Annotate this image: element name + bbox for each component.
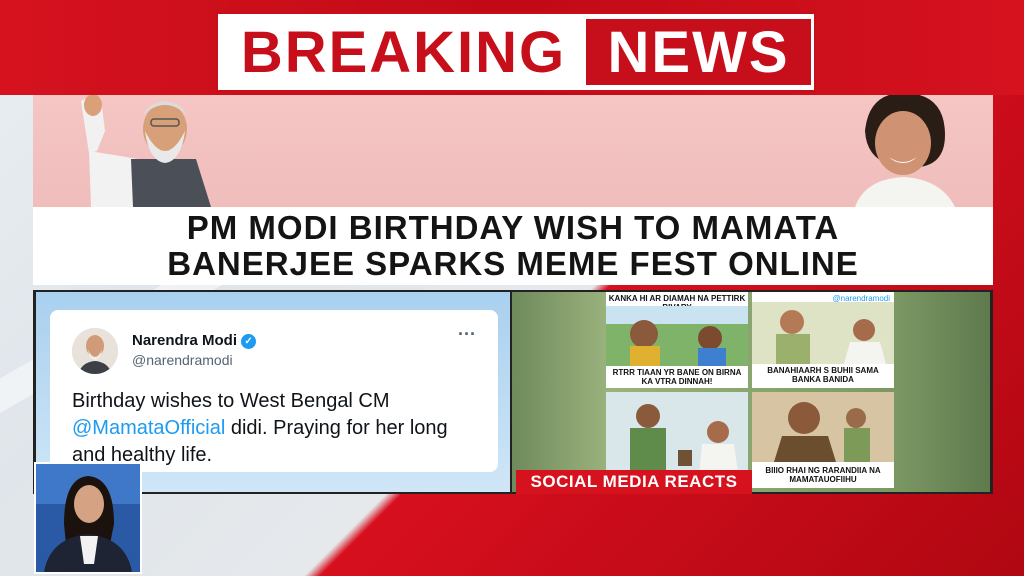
meme-4-image <box>752 392 894 462</box>
meme-4-caption-bottom: BIIIO RHAI NG RARANDIIA NA MAMATAUOFIIHU <box>765 466 881 484</box>
meme-2: @narendramodi BANAHIAARH S BUHII SAMA BA… <box>752 292 894 388</box>
modi-photo <box>81 95 211 207</box>
headline-line-1: PM MODI BIRTHDAY WISH TO MAMATA <box>186 209 840 246</box>
meme-1-caption-bottom: RTRR TIAAN YR BANE ON BIRNA KA VTRA DINN… <box>612 368 742 386</box>
news-anchor-inset <box>34 462 142 574</box>
verified-badge-icon: ✓ <box>241 333 257 349</box>
tweet-text-part-1: Birthday wishes to West Bengal CM <box>72 390 390 412</box>
avatar-image <box>72 328 118 374</box>
memes-panel: KANKA HI AR DIAMAH NA PETTIRK BIVARY RTR… <box>512 292 990 492</box>
meme-1: KANKA HI AR DIAMAH NA PETTIRK BIVARY RTR… <box>606 292 748 388</box>
headline-box: PM MODI BIRTHDAY WISH TO MAMATA BANERJEE… <box>33 207 993 285</box>
news-anchor-image <box>36 464 140 572</box>
tweet-author-name: Narendra Modi ✓ <box>132 332 257 349</box>
social-media-reacts-label: SOCIAL MEDIA REACTS <box>516 470 752 494</box>
tweet-mention[interactable]: @MamataOfficial <box>72 417 225 439</box>
breaking-news-banner: BREAKING NEWS <box>218 14 814 90</box>
meme-1-image <box>606 306 748 366</box>
meme-4: BIIIO RHAI NG RARANDIIA NA MAMATAUOFIIHU <box>752 392 894 488</box>
avatar <box>72 328 118 374</box>
more-options-icon[interactable]: ··· <box>458 324 476 345</box>
meme-2-caption-bottom: BANAHIAARH S BUHII SAMA BANKA BANIDA <box>767 366 879 384</box>
news-word: NEWS <box>586 19 811 85</box>
mamata-photo <box>855 95 955 207</box>
breaking-word: BREAKING <box>240 19 567 85</box>
tweet-card: Narendra Modi ✓ @narendramodi ··· Birthda… <box>50 310 498 472</box>
tweet-author-name-text: Narendra Modi <box>132 332 238 349</box>
headline-line-2: BANERJEE SPARKS MEME FEST ONLINE <box>167 245 859 282</box>
photo-banner <box>33 95 993 207</box>
tweet-text: Birthday wishes to West Bengal CM @Mamat… <box>72 388 482 469</box>
tweet-author-handle: @narendramodi <box>132 352 233 368</box>
meme-2-image <box>752 302 894 364</box>
